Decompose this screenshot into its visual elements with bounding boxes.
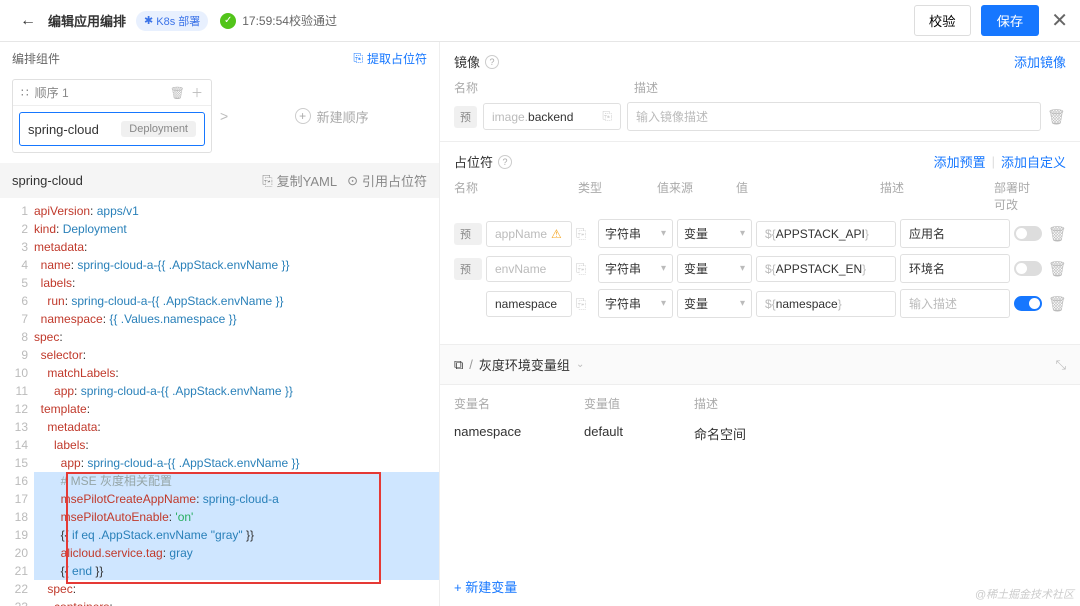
arrow-right-icon: > (212, 108, 236, 124)
var-row: namespace default 命名空间 (454, 424, 1066, 443)
image-name-field[interactable]: backend (528, 110, 573, 124)
delete-image-icon[interactable]: 🗑 (1047, 108, 1066, 126)
placeholder-row: 预appName⚠⎘字符串▾变量▾${ APPSTACK_API }应用名 🗑 (454, 219, 1066, 248)
app-name: spring-cloud (28, 122, 99, 137)
add-preset-link[interactable]: 添加预置 (934, 152, 986, 171)
placeholder-name-input[interactable]: appName⚠ (486, 221, 572, 247)
add-in-seq-icon[interactable]: ＋ (191, 84, 203, 101)
placeholder-section-title: 占位符 (454, 152, 493, 171)
value-input[interactable]: ${ namespace } (756, 291, 896, 317)
back-icon[interactable]: ← (12, 12, 44, 30)
image-section-title: 镜像 (454, 52, 480, 71)
type-select[interactable]: 字符串▾ (598, 219, 673, 248)
close-icon[interactable]: ✕ (1051, 8, 1068, 33)
runtime-toggle[interactable] (1014, 296, 1042, 311)
source-select[interactable]: 变量▾ (677, 289, 752, 318)
check-icon: ✓ (220, 13, 236, 29)
extract-placeholder-link[interactable]: ⎘ 提取占位符 (353, 50, 427, 67)
sequence-label: 顺序 1 (35, 84, 69, 101)
placeholder-row: 预envName⎘字符串▾变量▾${ APPSTACK_EN }环境名 🗑 (454, 254, 1066, 283)
delete-row-icon[interactable]: 🗑 (1048, 260, 1066, 278)
validate-status: ✓17:59:54校验通过 (220, 12, 337, 29)
add-custom-link[interactable]: 添加自定义 (1001, 152, 1066, 171)
k8s-tag: ✱K8s 部署 (136, 11, 208, 31)
delete-row-icon[interactable]: 🗑 (1048, 225, 1066, 243)
preset-tag: 预 (454, 106, 477, 128)
value-input[interactable]: ${ APPSTACK_API } (756, 221, 896, 247)
save-button[interactable]: 保存 (981, 5, 1040, 36)
desc-input[interactable]: 输入描述 (900, 289, 1010, 318)
help-icon[interactable]: ? (485, 55, 499, 69)
placeholder-name-input[interactable]: envName (486, 256, 572, 282)
runtime-toggle[interactable] (1014, 226, 1042, 241)
collapse-icon[interactable]: ⤡ (1056, 357, 1066, 373)
watermark: @稀土掘金技术社区 (975, 586, 1074, 602)
warning-icon: ⚠ (551, 227, 562, 241)
placeholder-row: namespace⎘字符串▾变量▾${ namespace }输入描述 🗑 (454, 289, 1066, 318)
validate-button[interactable]: 校验 (914, 5, 971, 36)
orch-label: 编排组件 (12, 50, 60, 67)
ref-placeholder-link[interactable]: ⊙ 引用占位符 (347, 171, 427, 190)
plus-icon: + (295, 108, 311, 124)
runtime-toggle[interactable] (1014, 261, 1042, 276)
copy-icon[interactable]: ⎘ (576, 261, 594, 277)
page-title: 编辑应用编排 (48, 11, 126, 30)
copy-yaml-link[interactable]: ⎘ 复制YAML (262, 171, 337, 190)
source-select[interactable]: 变量▾ (677, 219, 752, 248)
desc-input[interactable]: 环境名 (900, 254, 1010, 283)
type-select[interactable]: 字符串▾ (598, 254, 673, 283)
yaml-editor[interactable]: 1234567891011121314151617181920212223242… (0, 198, 439, 606)
delete-row-icon[interactable]: 🗑 (1048, 295, 1066, 313)
delete-seq-icon[interactable]: 🗑 (170, 86, 185, 100)
app-card[interactable]: spring-cloud Deployment (19, 112, 205, 146)
preset-tag: 预 (454, 258, 482, 280)
chevron-down-icon[interactable]: ⌄ (576, 359, 584, 370)
preset-tag: 预 (454, 223, 482, 245)
copy-icon[interactable]: ⎘ (602, 109, 612, 124)
gray-panel-title: 灰度环境变量组 (479, 355, 570, 374)
desc-input[interactable]: 应用名 (900, 219, 1010, 248)
new-sequence-button[interactable]: + 新建顺序 (236, 107, 427, 126)
type-select[interactable]: 字符串▾ (598, 289, 673, 318)
copy-icon[interactable]: ⎘ (576, 296, 594, 312)
help-icon[interactable]: ? (498, 155, 512, 169)
yaml-title: spring-cloud (12, 173, 83, 188)
placeholder-name-input[interactable]: namespace (486, 291, 572, 317)
source-select[interactable]: 变量▾ (677, 254, 752, 283)
deploy-tag: Deployment (121, 121, 196, 137)
image-desc-input[interactable]: 输入镜像描述 (627, 102, 1041, 131)
value-input[interactable]: ${ APPSTACK_EN } (756, 256, 896, 282)
env-group-icon: ⧉ (454, 357, 463, 373)
copy-icon[interactable]: ⎘ (576, 226, 594, 242)
add-image-link[interactable]: 添加镜像 (1014, 52, 1066, 71)
